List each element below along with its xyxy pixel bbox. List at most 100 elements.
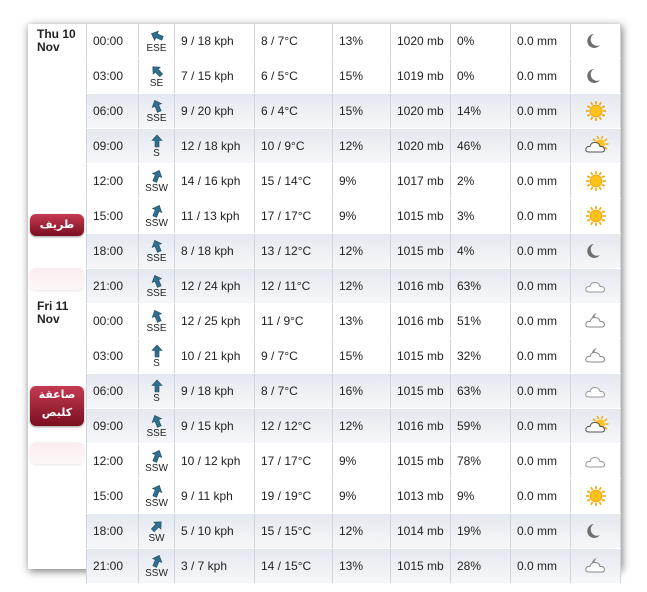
weather-icon-cell [570, 164, 621, 198]
precipitation-cell: 0.0 mm [510, 234, 570, 268]
table-row: 06:00 SSE 9 / 20 kph 6 / 4°C 15% 1020 mb… [86, 94, 621, 129]
precipitation-cell: 0.0 mm [510, 24, 570, 58]
wind-arrow-icon [151, 239, 162, 253]
time-cell: 12:00 [86, 444, 138, 478]
cloud-cover-cell: 51% [450, 304, 510, 338]
precipitation-cell: 0.0 mm [510, 199, 570, 233]
table-row: 21:00 SSE 12 / 24 kph 12 / 11°C 12% 1016… [86, 269, 621, 304]
wind-direction-cell: SSW [138, 164, 174, 198]
weather-icon-cell [570, 129, 621, 163]
table-row: 21:00 SSW 3 / 7 kph 14 / 15°C 13% 1015 m… [86, 549, 621, 584]
humidity-cell: 12% [332, 514, 390, 548]
temperature-cell: 17 / 17°C [254, 444, 332, 478]
wind-arrow-icon [151, 449, 162, 463]
cloud-cover-cell: 0% [450, 24, 510, 58]
wind-arrow-icon [151, 484, 162, 498]
forecast-rows: 00:00 ESE 9 / 18 kph 8 / 7°C 13% 1020 mb… [86, 24, 621, 584]
wind-speed-cell: 5 / 10 kph [174, 514, 254, 548]
humidity-cell: 9% [332, 444, 390, 478]
weather-icon-cell [570, 59, 621, 93]
temperature-cell: 12 / 11°C [254, 269, 332, 303]
table-row: 18:00 SSE 8 / 18 kph 13 / 12°C 12% 1015 … [86, 234, 621, 269]
wind-direction-cell: SW [138, 514, 174, 548]
wind-direction-cell: SSE [138, 269, 174, 303]
precipitation-cell: 0.0 mm [510, 339, 570, 373]
time-cell: 18:00 [86, 514, 138, 548]
wind-arrow-icon [151, 414, 162, 428]
wind-arrow-icon [150, 30, 164, 41]
humidity-cell: 15% [332, 339, 390, 373]
wind-speed-cell: 14 / 16 kph [174, 164, 254, 198]
weather-icon-cell [570, 94, 621, 128]
weather-icon-cell [570, 514, 621, 548]
cloud-cover-cell: 3% [450, 199, 510, 233]
wind-speed-cell: 9 / 20 kph [174, 94, 254, 128]
precipitation-cell: 0.0 mm [510, 164, 570, 198]
weather-icon-cell [570, 479, 621, 513]
weather-icon-cell [570, 269, 621, 303]
weather-icon-cell [570, 339, 621, 373]
wind-direction-label: SE [149, 77, 164, 89]
wind-direction-cell: SSE [138, 234, 174, 268]
table-row: 15:00 SSW 9 / 11 kph 19 / 19°C 9% 1013 m… [86, 479, 621, 514]
temperature-cell: 19 / 19°C [254, 479, 332, 513]
wind-direction-label: SSE [146, 287, 167, 299]
wind-direction-cell: S [138, 339, 174, 373]
temperature-cell: 9 / 7°C [254, 339, 332, 373]
cloud-icon [583, 450, 609, 472]
cloud-cover-cell: 46% [450, 129, 510, 163]
precipitation-cell: 0.0 mm [510, 374, 570, 408]
cloud-cover-cell: 19% [450, 514, 510, 548]
wind-speed-cell: 9 / 18 kph [174, 374, 254, 408]
wind-direction-label: SSE [146, 252, 167, 264]
pressure-cell: 1020 mb [390, 24, 450, 58]
precipitation-cell: 0.0 mm [510, 59, 570, 93]
temperature-cell: 6 / 5°C [254, 59, 332, 93]
table-row: 00:00 ESE 9 / 18 kph 8 / 7°C 13% 1020 mb… [86, 24, 621, 59]
wind-direction-label: S [153, 357, 160, 369]
wind-direction-cell: SSW [138, 549, 174, 583]
humidity-cell: 16% [332, 374, 390, 408]
pressure-cell: 1013 mb [390, 479, 450, 513]
wind-direction-cell: SSW [138, 479, 174, 513]
pressure-cell: 1015 mb [390, 199, 450, 233]
humidity-cell: 9% [332, 479, 390, 513]
wind-direction-cell: SSE [138, 304, 174, 338]
table-row: 09:00 S 12 / 18 kph 10 / 9°C 12% 1020 mb… [86, 129, 621, 164]
temperature-cell: 6 / 4°C [254, 94, 332, 128]
time-cell: 00:00 [86, 304, 138, 338]
forecast-table: Thu 10 Nov طريف Fri 11 Nov صاعقة كلبص 00… [28, 24, 621, 584]
temperature-cell: 14 / 15°C [254, 549, 332, 583]
wind-direction-label: SSW [145, 497, 168, 509]
cloud-icon [583, 380, 609, 402]
wind-arrow-icon [150, 379, 163, 392]
precipitation-cell: 0.0 mm [510, 514, 570, 548]
time-cell: 09:00 [86, 409, 138, 443]
wind-arrow-icon [150, 344, 163, 357]
sun-cloud-icon [583, 135, 609, 157]
wind-direction-cell: SSE [138, 94, 174, 128]
pressure-cell: 1015 mb [390, 234, 450, 268]
table-row: 03:00 S 10 / 21 kph 9 / 7°C 15% 1015 mb … [86, 339, 621, 374]
precipitation-cell: 0.0 mm [510, 444, 570, 478]
wind-direction-cell: SSW [138, 444, 174, 478]
cloud-cover-cell: 14% [450, 94, 510, 128]
pressure-cell: 1020 mb [390, 129, 450, 163]
humidity-cell: 9% [332, 164, 390, 198]
temperature-cell: 10 / 9°C [254, 129, 332, 163]
humidity-cell: 15% [332, 59, 390, 93]
weather-icon-cell [570, 24, 621, 58]
wind-arrow-icon [151, 169, 162, 183]
wind-speed-cell: 11 / 13 kph [174, 199, 254, 233]
cloud-cover-cell: 0% [450, 59, 510, 93]
humidity-cell: 12% [332, 234, 390, 268]
wind-speed-cell: 3 / 7 kph [174, 549, 254, 583]
pressure-cell: 1020 mb [390, 94, 450, 128]
time-cell: 09:00 [86, 129, 138, 163]
pressure-cell: 1015 mb [390, 374, 450, 408]
wind-direction-label: SSW [145, 182, 168, 194]
time-cell: 21:00 [86, 549, 138, 583]
table-row: 00:00 SSE 12 / 25 kph 11 / 9°C 13% 1016 … [86, 304, 621, 339]
pressure-cell: 1017 mb [390, 164, 450, 198]
wind-arrow-icon [150, 134, 163, 147]
